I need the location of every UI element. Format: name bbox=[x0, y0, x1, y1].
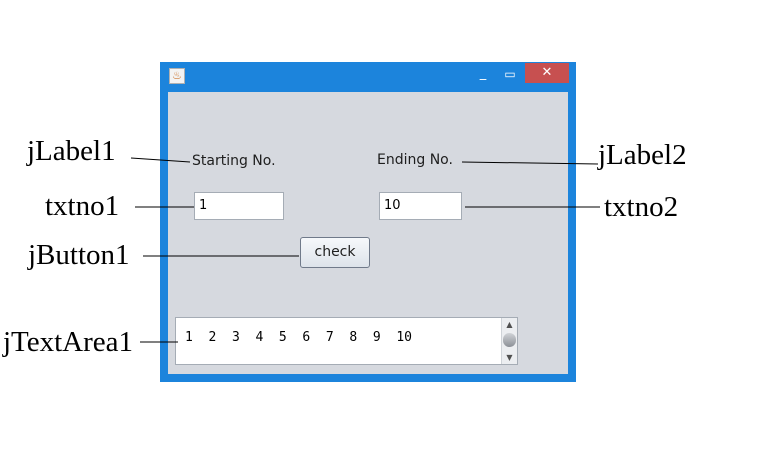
annotation-jtextarea1: jTextArea1 bbox=[3, 326, 134, 358]
annotation-jlabel1: jLabel1 bbox=[27, 135, 116, 167]
leader-jlabel2 bbox=[461, 161, 599, 165]
annotation-jlabel2: jLabel2 bbox=[598, 139, 687, 171]
annotation-leader-lines bbox=[130, 157, 600, 343]
annotation-jbutton1: jButton1 bbox=[28, 239, 130, 271]
annotation-txtno2: txtno2 bbox=[604, 191, 679, 223]
leader-jlabel1 bbox=[130, 157, 191, 163]
annotation-txtno1: txtno1 bbox=[45, 190, 120, 222]
